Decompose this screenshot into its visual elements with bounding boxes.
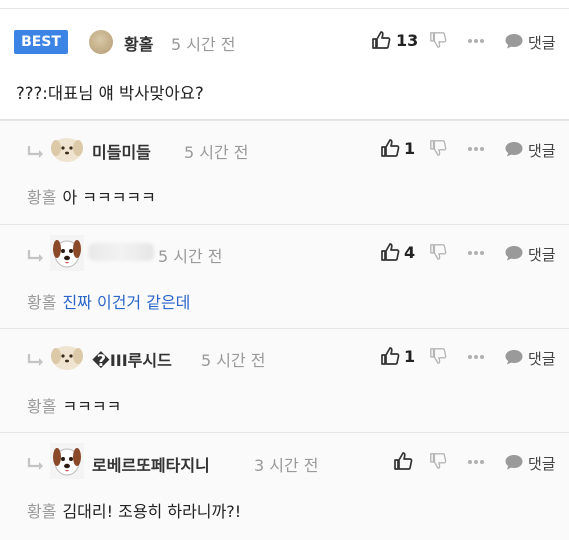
- reply-body: 황홀 김대리! 조용히 하라니까?!: [27, 498, 241, 522]
- like-count: 13: [396, 31, 419, 50]
- thumbs-up-icon[interactable]: [380, 346, 400, 366]
- mention-nickname[interactable]: 황홀: [27, 293, 56, 312]
- reply-button[interactable]: 댓글: [528, 32, 556, 53]
- more-options-icon[interactable]: [467, 146, 485, 152]
- reply-button[interactable]: 댓글: [528, 453, 556, 474]
- mention-nickname[interactable]: 황홀: [27, 188, 56, 207]
- thumbs-down-icon[interactable]: [429, 31, 447, 49]
- thumbs-up-icon[interactable]: [371, 30, 391, 50]
- reply-nickname[interactable]: �III루시드: [92, 347, 172, 371]
- reply-time: 5 시간 전: [184, 143, 249, 162]
- thumbs-up-icon[interactable]: [380, 242, 400, 262]
- reply-nickname[interactable]: 미들미들: [92, 139, 151, 163]
- reply-button[interactable]: 댓글: [528, 348, 556, 369]
- comment-nickname[interactable]: 황홀: [124, 31, 153, 55]
- reply-bubble-icon[interactable]: [504, 140, 524, 158]
- comment-time: 5 시간 전: [171, 35, 236, 54]
- avatar[interactable]: [50, 343, 84, 371]
- reply-arrow-icon: [27, 458, 43, 470]
- reply-arrow-icon: [27, 146, 43, 158]
- reply-button[interactable]: 댓글: [528, 140, 556, 161]
- top-divider: [0, 0, 569, 9]
- avatar[interactable]: [50, 235, 84, 271]
- thumbs-up-icon[interactable]: [393, 451, 413, 471]
- reply-text: 아 ㅋㅋㅋㅋㅋ: [62, 188, 156, 207]
- avatar[interactable]: [50, 443, 84, 479]
- reply-text: ㅋㅋㅋㅋ: [62, 397, 122, 416]
- more-options-icon[interactable]: [467, 250, 485, 256]
- reply-time: 3 시간 전: [254, 456, 319, 475]
- avatar[interactable]: [89, 30, 113, 54]
- comment-text: ???:대표님 얘 박사맞아요?: [16, 84, 204, 103]
- thumbs-down-icon[interactable]: [429, 347, 447, 365]
- best-badge: BEST: [14, 30, 68, 54]
- like-count: 4: [404, 243, 416, 262]
- reply-bubble-icon[interactable]: [504, 32, 524, 50]
- reply-button[interactable]: 댓글: [528, 244, 556, 265]
- reply-bubble-icon[interactable]: [504, 348, 524, 366]
- reply-time: 5 시간 전: [201, 351, 266, 370]
- thumbs-down-icon[interactable]: [429, 452, 447, 470]
- thumbs-down-icon[interactable]: [429, 243, 447, 261]
- more-options-icon[interactable]: [467, 459, 485, 465]
- reply-item: 미들미들 5 시간 전 1 댓글 황홀 아 ㅋㅋㅋㅋㅋ: [0, 120, 569, 225]
- reply-item: 5 시간 전 4 댓글 황홀 진짜 이건거 같은데: [0, 224, 569, 329]
- reply-body: 황홀 진짜 이건거 같은데: [27, 289, 190, 313]
- mention-nickname[interactable]: 황홀: [27, 502, 56, 521]
- reply-arrow-icon: [27, 250, 43, 262]
- reply-arrow-icon: [27, 354, 43, 366]
- reply-body: 황홀 ㅋㅋㅋㅋ: [27, 393, 121, 417]
- reply-text: 진짜 이건거 같은데: [62, 293, 191, 312]
- reply-bubble-icon[interactable]: [504, 244, 524, 262]
- reply-bubble-icon[interactable]: [504, 453, 524, 471]
- like-count: 1: [404, 139, 416, 158]
- avatar[interactable]: [50, 135, 84, 163]
- best-comment: BEST 황홀 5 시간 전 13 댓글 ???:대표님 얘 박사맞아요?: [0, 9, 569, 120]
- like-count: 1: [404, 347, 416, 366]
- mention-nickname[interactable]: 황홀: [27, 397, 56, 416]
- blurred-nickname[interactable]: [88, 243, 154, 261]
- reply-item: �III루시드 5 시간 전 1 댓글 황홀 ㅋㅋㅋㅋ: [0, 328, 569, 433]
- reply-body: 황홀 아 ㅋㅋㅋㅋㅋ: [27, 184, 156, 208]
- more-options-icon[interactable]: [467, 38, 485, 44]
- more-options-icon[interactable]: [467, 354, 485, 360]
- reply-nickname[interactable]: 로베르또페타지니: [92, 452, 210, 476]
- reply-text: 김대리! 조용히 하라니까?!: [62, 502, 242, 521]
- thumbs-down-icon[interactable]: [429, 139, 447, 157]
- reply-time: 5 시간 전: [158, 247, 223, 266]
- reply-item: 로베르또페타지니 3 시간 전 댓글 황홀 김대리! 조용히 하라니까?!: [0, 432, 569, 540]
- thumbs-up-icon[interactable]: [380, 138, 400, 158]
